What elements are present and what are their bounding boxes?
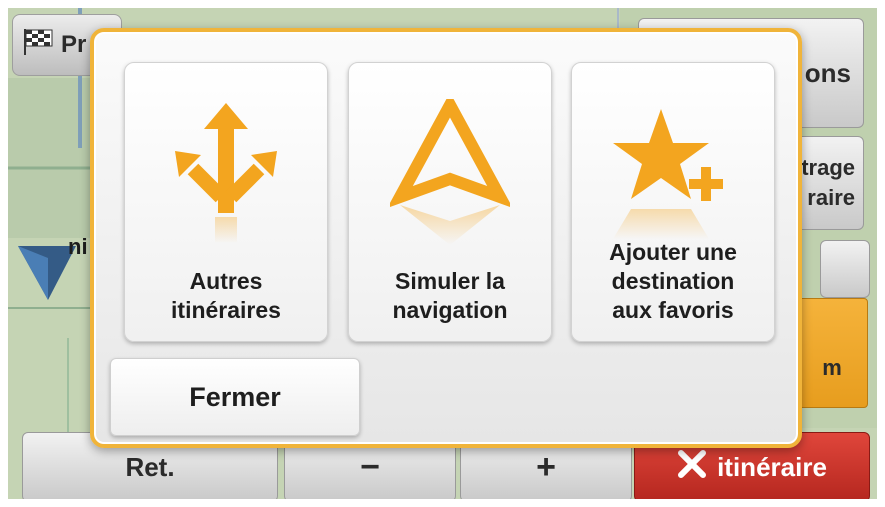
map-label: ni	[68, 234, 88, 259]
close-x-icon	[677, 449, 707, 486]
add-favorite-icon	[572, 99, 774, 249]
route-summary-panel[interactable]: m	[796, 298, 868, 408]
alternative-routes-button[interactable]: Autres itinéraires	[124, 62, 328, 342]
back-button-label: Ret.	[125, 451, 175, 482]
minus-icon: −	[360, 447, 380, 486]
simulate-navigation-icon	[349, 99, 551, 249]
add-to-favorites-button[interactable]: Ajouter une destination aux favoris	[571, 62, 775, 342]
cancel-route-label: itinéraire	[717, 451, 827, 482]
plus-icon: +	[536, 447, 556, 486]
route-settings-label: trage raire	[801, 155, 855, 210]
route-summary-label: m	[822, 355, 842, 380]
close-button-label: Fermer	[189, 381, 281, 412]
options-button-label: ons	[804, 57, 851, 88]
simulate-navigation-label: Simuler la navigation	[392, 268, 508, 323]
small-side-button[interactable]	[820, 240, 870, 298]
add-to-favorites-label: Ajouter une destination aux favoris	[609, 239, 737, 323]
simulate-navigation-button[interactable]: Simuler la navigation	[348, 62, 552, 342]
checkered-flag-icon	[21, 27, 57, 64]
alternative-routes-label: Autres itinéraires	[171, 268, 281, 323]
route-options-dialog: Autres itinéraires Simuler la navigation	[90, 28, 802, 448]
route-title-text: Pr	[61, 31, 87, 58]
alternative-routes-icon	[125, 99, 327, 249]
close-button[interactable]: Fermer	[110, 358, 360, 436]
